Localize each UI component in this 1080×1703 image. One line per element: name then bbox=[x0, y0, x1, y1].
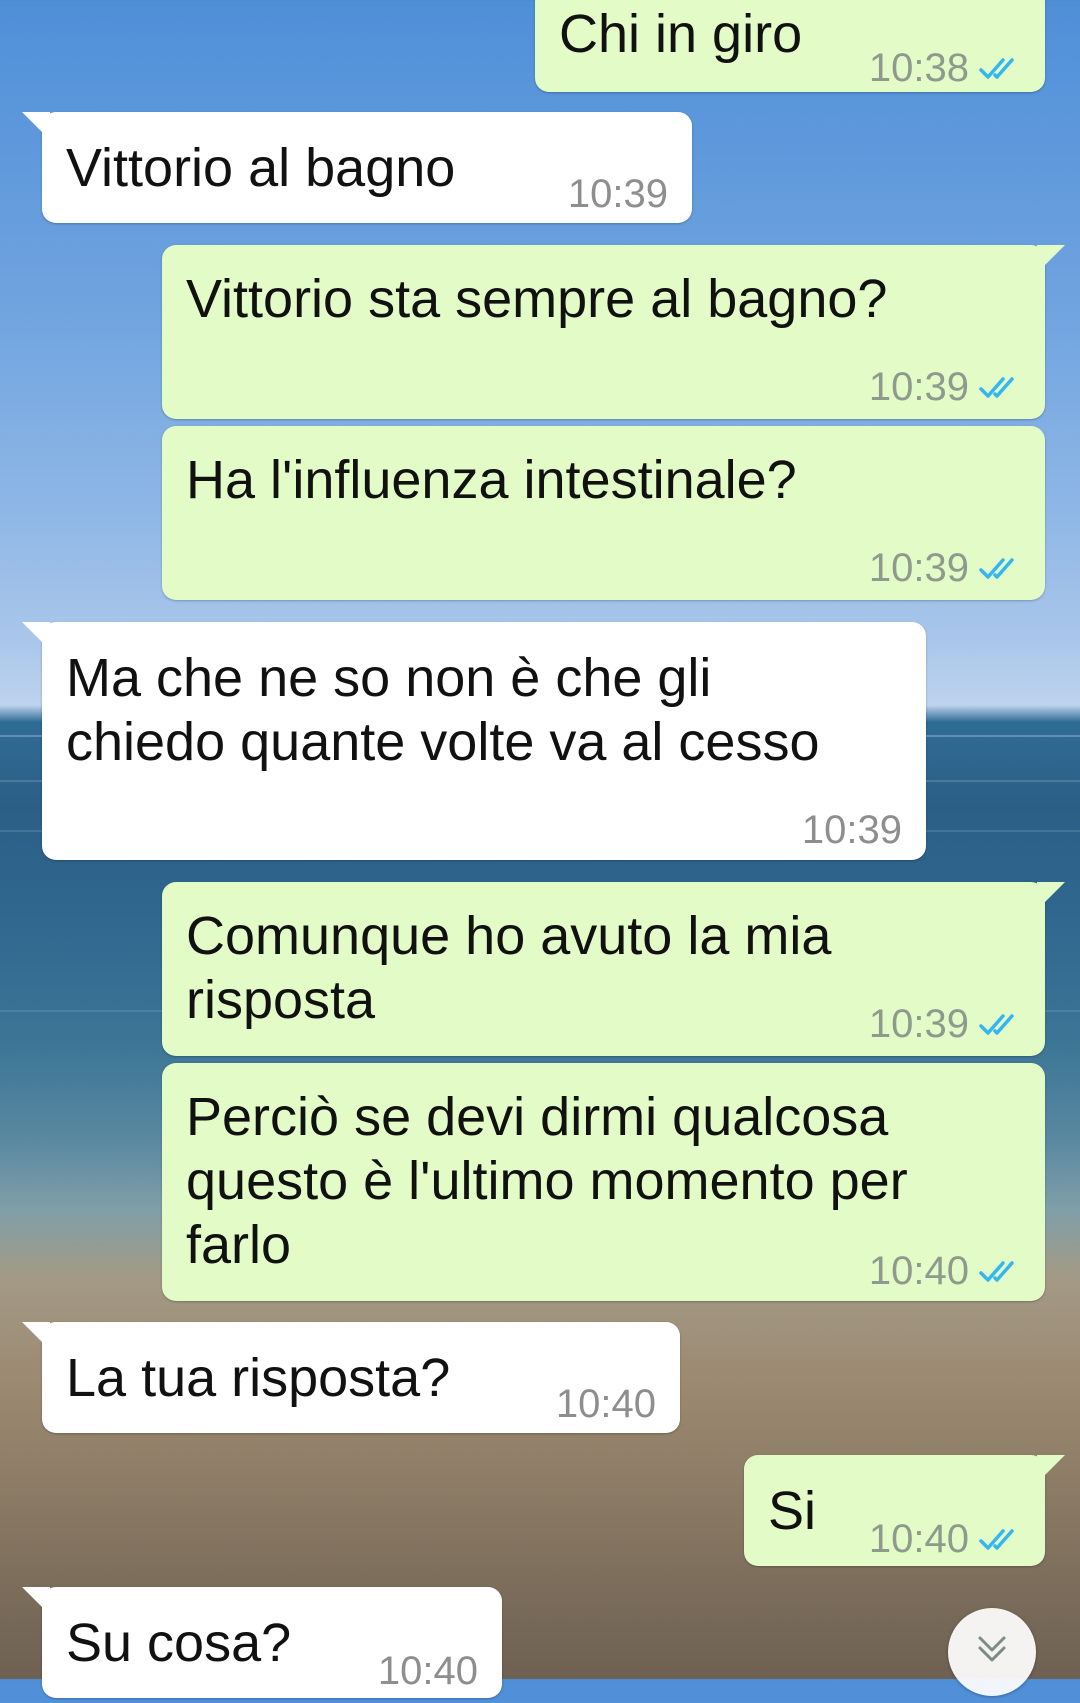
message-bubble-outgoing[interactable]: Perciò se devi dirmi qualcosa questo è l… bbox=[162, 1063, 1045, 1301]
message-bubble-incoming[interactable]: Su cosa? 10:40 bbox=[22, 1587, 502, 1698]
message-text: Si bbox=[768, 1481, 817, 1541]
message-bubble-incoming[interactable]: Vittorio al bagno 10:39 bbox=[22, 112, 692, 223]
chat-conversation[interactable]: Chi in giro 10:38 Vittorio al bagno 10:3… bbox=[0, 0, 1080, 1698]
message-bubble-outgoing[interactable]: Si 10:40 bbox=[744, 1455, 1065, 1566]
message-time: 10:39 bbox=[567, 172, 668, 216]
message-text: Ha l'influenza intestinale? bbox=[186, 450, 797, 510]
message-text: Vittorio sta sempre al bagno? bbox=[186, 269, 888, 329]
message-time: 10:40 bbox=[868, 1517, 969, 1561]
double-check-icon bbox=[979, 1261, 1014, 1282]
double-check-icon bbox=[979, 377, 1014, 398]
message-time: 10:39 bbox=[801, 808, 902, 852]
message-text: La tua risposta? bbox=[66, 1348, 451, 1408]
double-check-icon bbox=[979, 558, 1014, 579]
message-bubble-outgoing[interactable]: Vittorio sta sempre al bagno? 10:39 bbox=[162, 245, 1065, 419]
message-time: 10:40 bbox=[555, 1382, 656, 1426]
scroll-to-bottom-button[interactable] bbox=[948, 1608, 1036, 1696]
message-time: 10:39 bbox=[868, 1002, 969, 1046]
message-time: 10:38 bbox=[868, 46, 969, 90]
message-text: Comunque ho avuto la mia risposta bbox=[186, 906, 832, 1030]
double-check-icon bbox=[979, 1014, 1014, 1035]
message-text: Perciò se devi dirmi qualcosa questo è l… bbox=[186, 1087, 908, 1275]
message-time: 10:39 bbox=[868, 546, 969, 590]
message-bubble-outgoing[interactable]: Chi in giro 10:38 bbox=[535, 0, 1045, 92]
message-time: 10:40 bbox=[868, 1249, 969, 1293]
message-bubble-incoming[interactable]: La tua risposta? 10:40 bbox=[22, 1322, 680, 1433]
message-bubble-incoming[interactable]: Ma che ne so non è che gli chiedo quante… bbox=[22, 622, 926, 860]
message-text: Vittorio al bagno bbox=[66, 138, 456, 198]
message-bubble-outgoing[interactable]: Comunque ho avuto la mia risposta 10:39 bbox=[162, 882, 1065, 1056]
message-text: Su cosa? bbox=[66, 1613, 292, 1673]
double-check-icon bbox=[979, 58, 1014, 79]
message-time: 10:39 bbox=[868, 365, 969, 409]
message-time: 10:40 bbox=[377, 1649, 478, 1693]
chevron-down-icon bbox=[978, 1636, 1006, 1662]
message-text: Chi in giro bbox=[559, 4, 803, 64]
message-bubble-outgoing[interactable]: Ha l'influenza intestinale? 10:39 bbox=[162, 426, 1045, 600]
message-text: Ma che ne so non è che gli chiedo quante… bbox=[66, 648, 820, 772]
double-check-icon bbox=[979, 1529, 1014, 1550]
